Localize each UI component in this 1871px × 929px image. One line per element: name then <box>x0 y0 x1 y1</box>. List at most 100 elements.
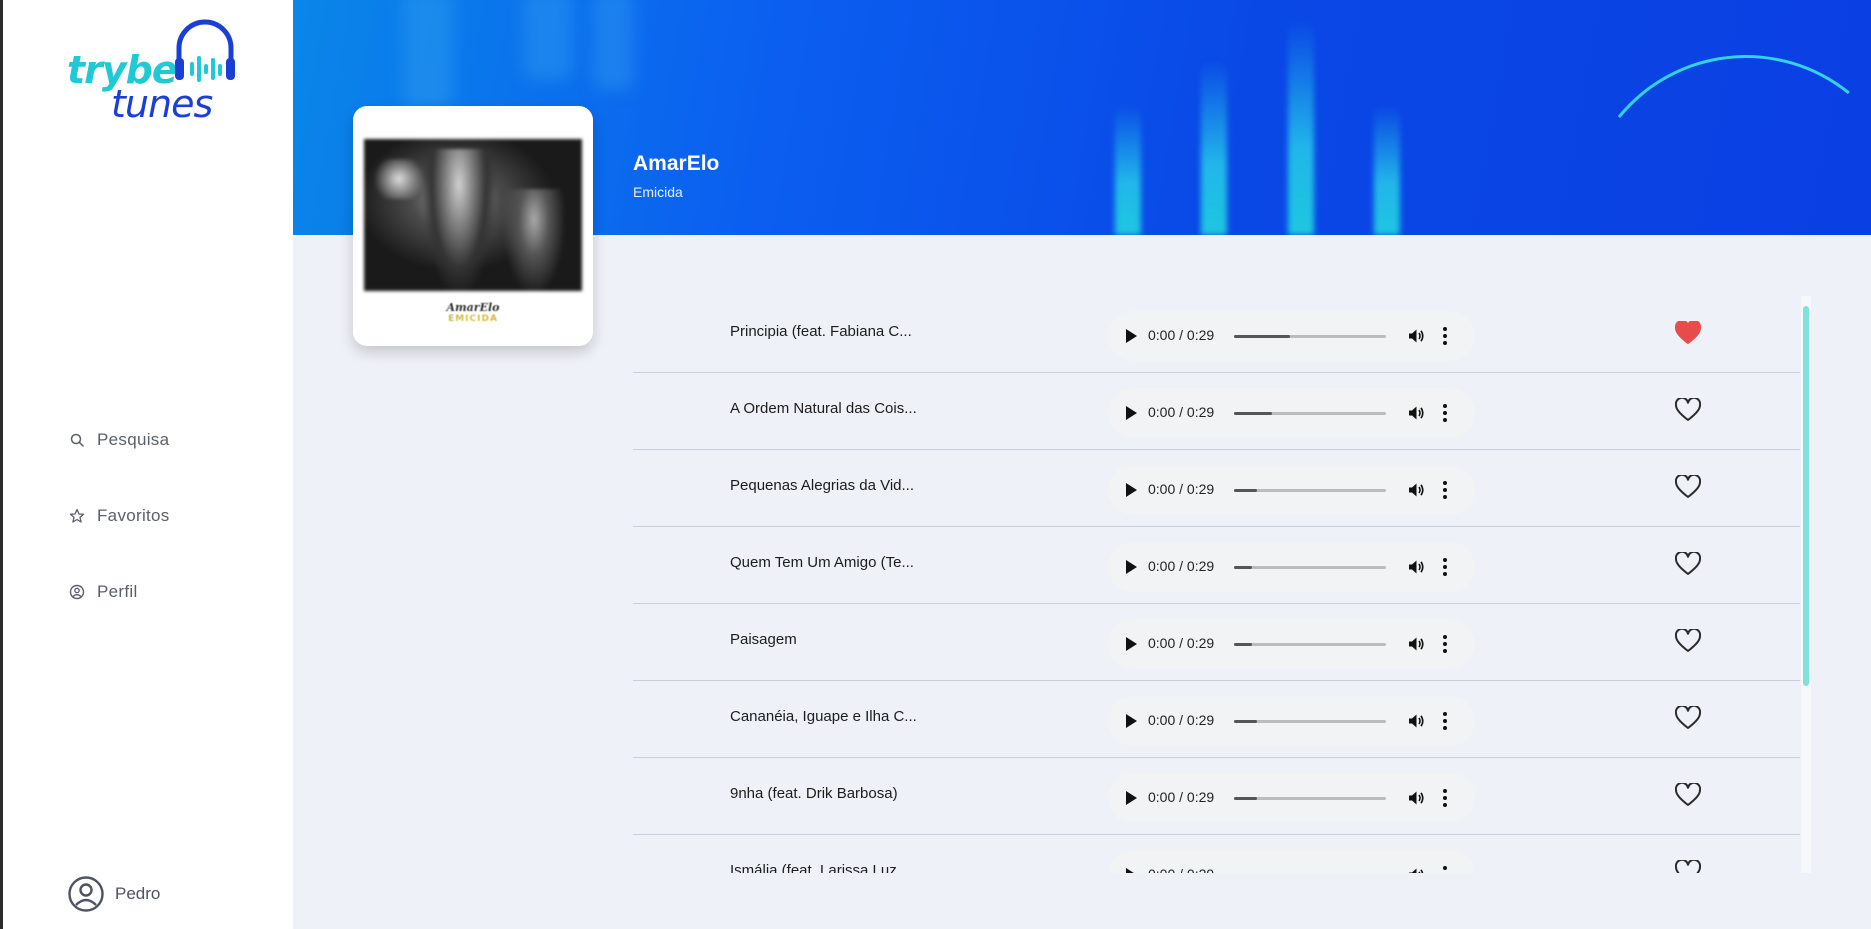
play-icon[interactable] <box>1126 406 1137 420</box>
sidebar-item-pesquisa[interactable]: Pesquisa <box>69 402 170 478</box>
banner-decoration <box>1201 60 1227 235</box>
volume-icon[interactable] <box>1407 635 1425 653</box>
favorite-heart-icon[interactable] <box>1675 629 1701 653</box>
cover-artist-text: EMICIDA <box>353 314 593 324</box>
album-cover-card: AmarElo EMICIDA <box>353 106 593 346</box>
star-icon <box>69 508 85 523</box>
seek-bar[interactable] <box>1234 643 1386 646</box>
seek-bar[interactable] <box>1234 720 1386 723</box>
volume-icon[interactable] <box>1407 789 1425 807</box>
user-avatar-icon <box>68 876 104 912</box>
favorite-heart-icon[interactable] <box>1675 552 1701 576</box>
seek-bar[interactable] <box>1234 797 1386 800</box>
track-row: Quem Tem Um Amigo (Te... 0:00 / 0:29 <box>633 527 1800 604</box>
track-name: 9nha (feat. Drik Barbosa) <box>730 785 898 802</box>
favorite-heart-icon[interactable] <box>1675 475 1701 499</box>
track-row: Pequenas Alegrias da Vid... 0:00 / 0:29 <box>633 450 1800 527</box>
sidebar-item-label: Perfil <box>97 582 138 601</box>
more-options-icon[interactable] <box>1442 558 1448 576</box>
play-icon[interactable] <box>1126 483 1137 497</box>
play-icon[interactable] <box>1126 637 1137 651</box>
volume-icon[interactable] <box>1407 866 1425 873</box>
track-time: 0:00 / 0:29 <box>1148 558 1215 574</box>
headphones-icon <box>175 19 235 82</box>
more-options-icon[interactable] <box>1442 635 1448 653</box>
album-cover-image <box>364 139 582 291</box>
more-options-icon[interactable] <box>1442 327 1448 345</box>
track-name: Principia (feat. Fabiana C... <box>730 323 912 340</box>
favorite-heart-icon[interactable] <box>1675 706 1701 730</box>
sidebar: trybe tunes Pesquisa Favoritos Perfil Pe… <box>0 0 293 929</box>
seek-progress <box>1234 797 1257 800</box>
track-row: Ismália (feat. Larissa Luz... 0:00 / 0:2… <box>633 835 1800 873</box>
volume-icon[interactable] <box>1407 404 1425 422</box>
cover-title-text: AmarElo <box>446 301 500 314</box>
banner-decoration <box>1374 105 1400 235</box>
seek-bar[interactable] <box>1234 335 1386 338</box>
play-icon[interactable] <box>1126 329 1137 343</box>
seek-bar[interactable] <box>1234 566 1386 569</box>
favorite-heart-icon[interactable] <box>1675 783 1701 807</box>
play-icon[interactable] <box>1126 714 1137 728</box>
banner-decoration <box>1115 105 1141 235</box>
volume-icon[interactable] <box>1407 327 1425 345</box>
sidebar-item-favoritos[interactable]: Favoritos <box>69 478 170 554</box>
volume-icon[interactable] <box>1407 558 1425 576</box>
favorite-heart-icon[interactable] <box>1675 860 1701 873</box>
play-icon[interactable] <box>1126 560 1137 574</box>
more-options-icon[interactable] <box>1442 866 1448 873</box>
sidebar-item-label: Favoritos <box>97 506 170 525</box>
sidebar-item-perfil[interactable]: Perfil <box>69 554 170 630</box>
scrollbar-thumb[interactable] <box>1803 306 1809 686</box>
play-icon[interactable] <box>1126 868 1137 873</box>
seek-progress <box>1234 335 1291 338</box>
audio-player: 0:00 / 0:29 <box>1108 619 1475 669</box>
more-options-icon[interactable] <box>1442 481 1448 499</box>
search-icon <box>70 433 84 447</box>
play-icon[interactable] <box>1126 791 1137 805</box>
sidebar-nav: Pesquisa Favoritos Perfil <box>69 402 170 630</box>
track-name: Pequenas Alegrias da Vid... <box>730 477 915 494</box>
volume-icon[interactable] <box>1407 481 1425 499</box>
user-name: Pedro <box>115 884 161 903</box>
audio-player: 0:00 / 0:29 <box>1108 542 1475 592</box>
logo-word-tunes: tunes <box>111 82 213 126</box>
seek-progress <box>1234 566 1253 569</box>
seek-progress <box>1234 643 1253 646</box>
more-options-icon[interactable] <box>1442 789 1448 807</box>
track-time: 0:00 / 0:29 <box>1148 635 1215 651</box>
favorite-heart-icon[interactable] <box>1675 321 1701 345</box>
banner-decoration <box>593 0 633 90</box>
banner-decoration <box>403 0 453 110</box>
track-row: 9nha (feat. Drik Barbosa) 0:00 / 0:29 <box>633 758 1800 835</box>
banner-decoration <box>1288 20 1314 235</box>
user-circle-icon <box>69 584 85 600</box>
banner-decoration <box>523 0 573 80</box>
seek-progress <box>1234 720 1257 723</box>
track-time: 0:00 / 0:29 <box>1148 712 1215 728</box>
favorite-heart-icon[interactable] <box>1675 398 1701 422</box>
track-name: Quem Tem Um Amigo (Te... <box>730 554 914 571</box>
sidebar-item-label: Pesquisa <box>97 430 170 449</box>
track-time: 0:00 / 0:29 <box>1148 866 1214 873</box>
seek-progress <box>1234 489 1257 492</box>
album-artist: Emicida <box>633 184 683 200</box>
current-user[interactable]: Pedro <box>67 875 160 913</box>
track-name: Cananéia, Iguape e Ilha C... <box>730 708 917 725</box>
more-options-icon[interactable] <box>1442 712 1448 730</box>
audio-player: 0:00 / 0:29 <box>1108 388 1475 438</box>
track-row: Cananéia, Iguape e Ilha C... 0:00 / 0:29 <box>633 681 1800 758</box>
track-row: Principia (feat. Fabiana C... 0:00 / 0:2… <box>633 296 1800 373</box>
audio-player: 0:00 / 0:29 <box>1108 773 1475 823</box>
track-list: Principia (feat. Fabiana C... 0:00 / 0:2… <box>633 296 1800 873</box>
volume-icon[interactable] <box>1407 712 1425 730</box>
trybe-tunes-logo[interactable]: trybe tunes <box>63 18 243 126</box>
seek-bar[interactable] <box>1234 412 1386 415</box>
track-row: Paisagem 0:00 / 0:29 <box>633 604 1800 681</box>
audio-player: 0:00 / 0:29 <box>1108 311 1475 361</box>
album-title: AmarElo <box>633 152 720 175</box>
track-name: A Ordem Natural das Cois... <box>730 400 917 417</box>
seek-bar[interactable] <box>1234 489 1386 492</box>
audio-player: 0:00 / 0:29 <box>1108 465 1475 515</box>
more-options-icon[interactable] <box>1442 404 1448 422</box>
